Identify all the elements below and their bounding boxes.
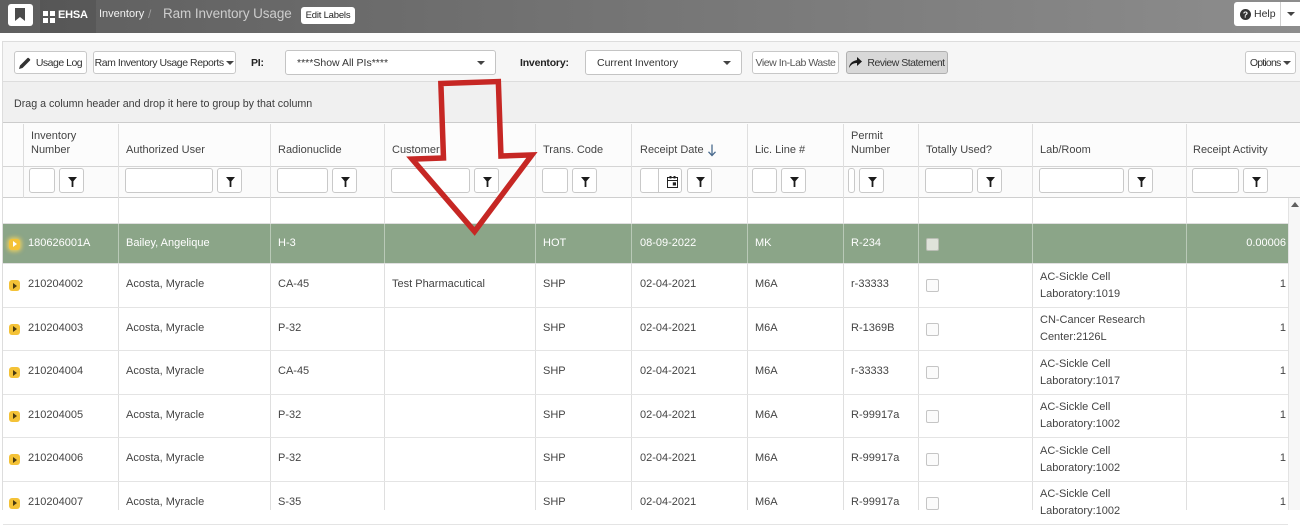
svg-text:?: ? — [1243, 10, 1248, 20]
